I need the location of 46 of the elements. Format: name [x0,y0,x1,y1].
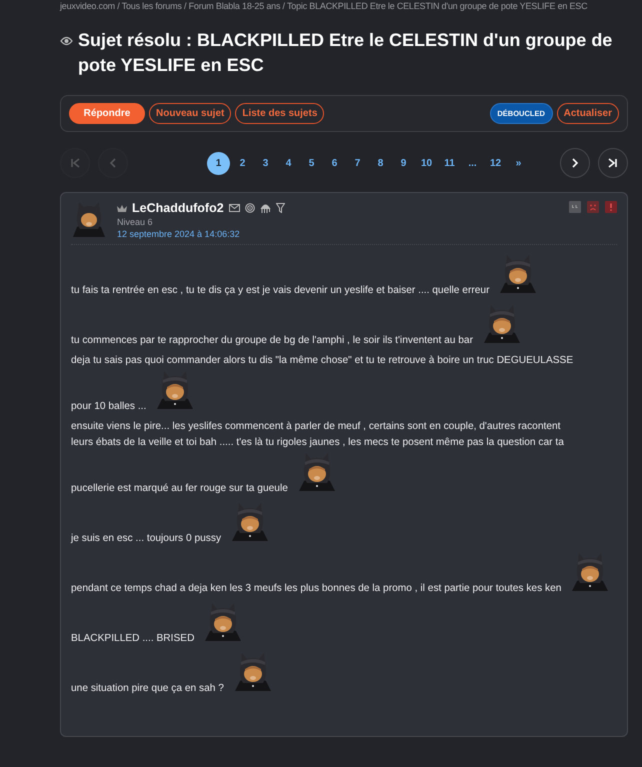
next-page-button[interactable] [560,148,590,178]
username[interactable]: LeChaddufofo2 [132,201,224,215]
page-link[interactable]: 5 [301,152,322,174]
post-text: ensuite viens le pire... les yeslifes commencent à parler de meuf , certains sont en couple, d'autres racontent [71,421,561,432]
post-text: tu commences par te rapprocher du groupe de bg de l'amphi , le soir ils t'inventent au bar [71,335,473,346]
post-text: deja tu sais pas quoi commander alors tu dis "la même chose" et tu te retrouve à boire un truc DEGUEULASSE [71,355,574,366]
action-button[interactable]: Liste des sujets [235,103,324,124]
page-link[interactable]: 12 [485,152,506,174]
post-date[interactable]: 12 septembre 2024 à 14:06:32 [117,229,559,239]
page-link[interactable]: 4 [278,152,299,174]
page-link[interactable]: 10 [416,152,437,174]
page-link[interactable]: 1 [207,152,230,174]
page-link[interactable]: 7 [347,152,368,174]
page-link[interactable]: ... [462,152,483,174]
post-text: leurs ébats de la veille et toi bah ..... t'es là tu rigoles jaunes , les mecs te posent même pas la question car ta [71,437,564,448]
post-text: tu fais ta rentrée en esc , tu te dis ça y est je vais devenir un yeslife et baiser .... quelle erreur [71,285,490,296]
page-link[interactable]: 11 [439,152,460,174]
page-link[interactable]: 6 [324,152,345,174]
action-button[interactable]: Nouveau sujet [149,103,232,124]
mail-icon[interactable] [228,204,240,212]
eye-icon [60,36,73,46]
breadcrumb[interactable]: jeuxvideo.com / Tous les forums / Forum Blabla 18-25 ans / Topic BLACKPILLED Etre le CELESTIN d'un groupe de pote YESLIFE en ESC [60,1,588,11]
post-text: pendant ce temps chad a deja ken les 3 meufs les plus bonnes de la promo , il est partie pour toutes kes ken [71,583,562,594]
page-link[interactable]: 2 [232,152,253,174]
topic-title: Sujet résolu : BLACKPILLED Etre le CELESTIN d'un groupe de pote YESLIFE en ESC [78,29,614,77]
report-icon[interactable] [605,201,617,213]
jellyfish-icon[interactable] [260,203,271,213]
post-text: pour 10 balles ... [71,401,146,412]
page-link[interactable]: » [508,152,529,174]
first-page-icon [68,156,82,170]
page-link[interactable]: 8 [370,152,391,174]
crown-icon [117,204,127,212]
quote-icon[interactable] [569,201,581,213]
action-button[interactable]: Actualiser [556,103,619,124]
post-text: je suis en esc ... toujours 0 pussy [71,533,222,544]
last-page-button[interactable] [598,148,628,178]
spiral-icon[interactable] [244,203,255,213]
post-text: pucellerie est marqué au fer rouge sur ta gueule [71,483,288,494]
post-text: BLACKPILLED .... BRISED [71,633,194,644]
last-page-icon [606,156,620,170]
filter-icon[interactable] [276,203,285,213]
sad-face-icon[interactable] [587,201,599,213]
page-link[interactable]: 3 [255,152,276,174]
user-level: Niveau 6 [117,217,154,227]
page-link[interactable]: 9 [393,152,414,174]
post-text: une situation pire que ça en sah ? [71,683,224,694]
